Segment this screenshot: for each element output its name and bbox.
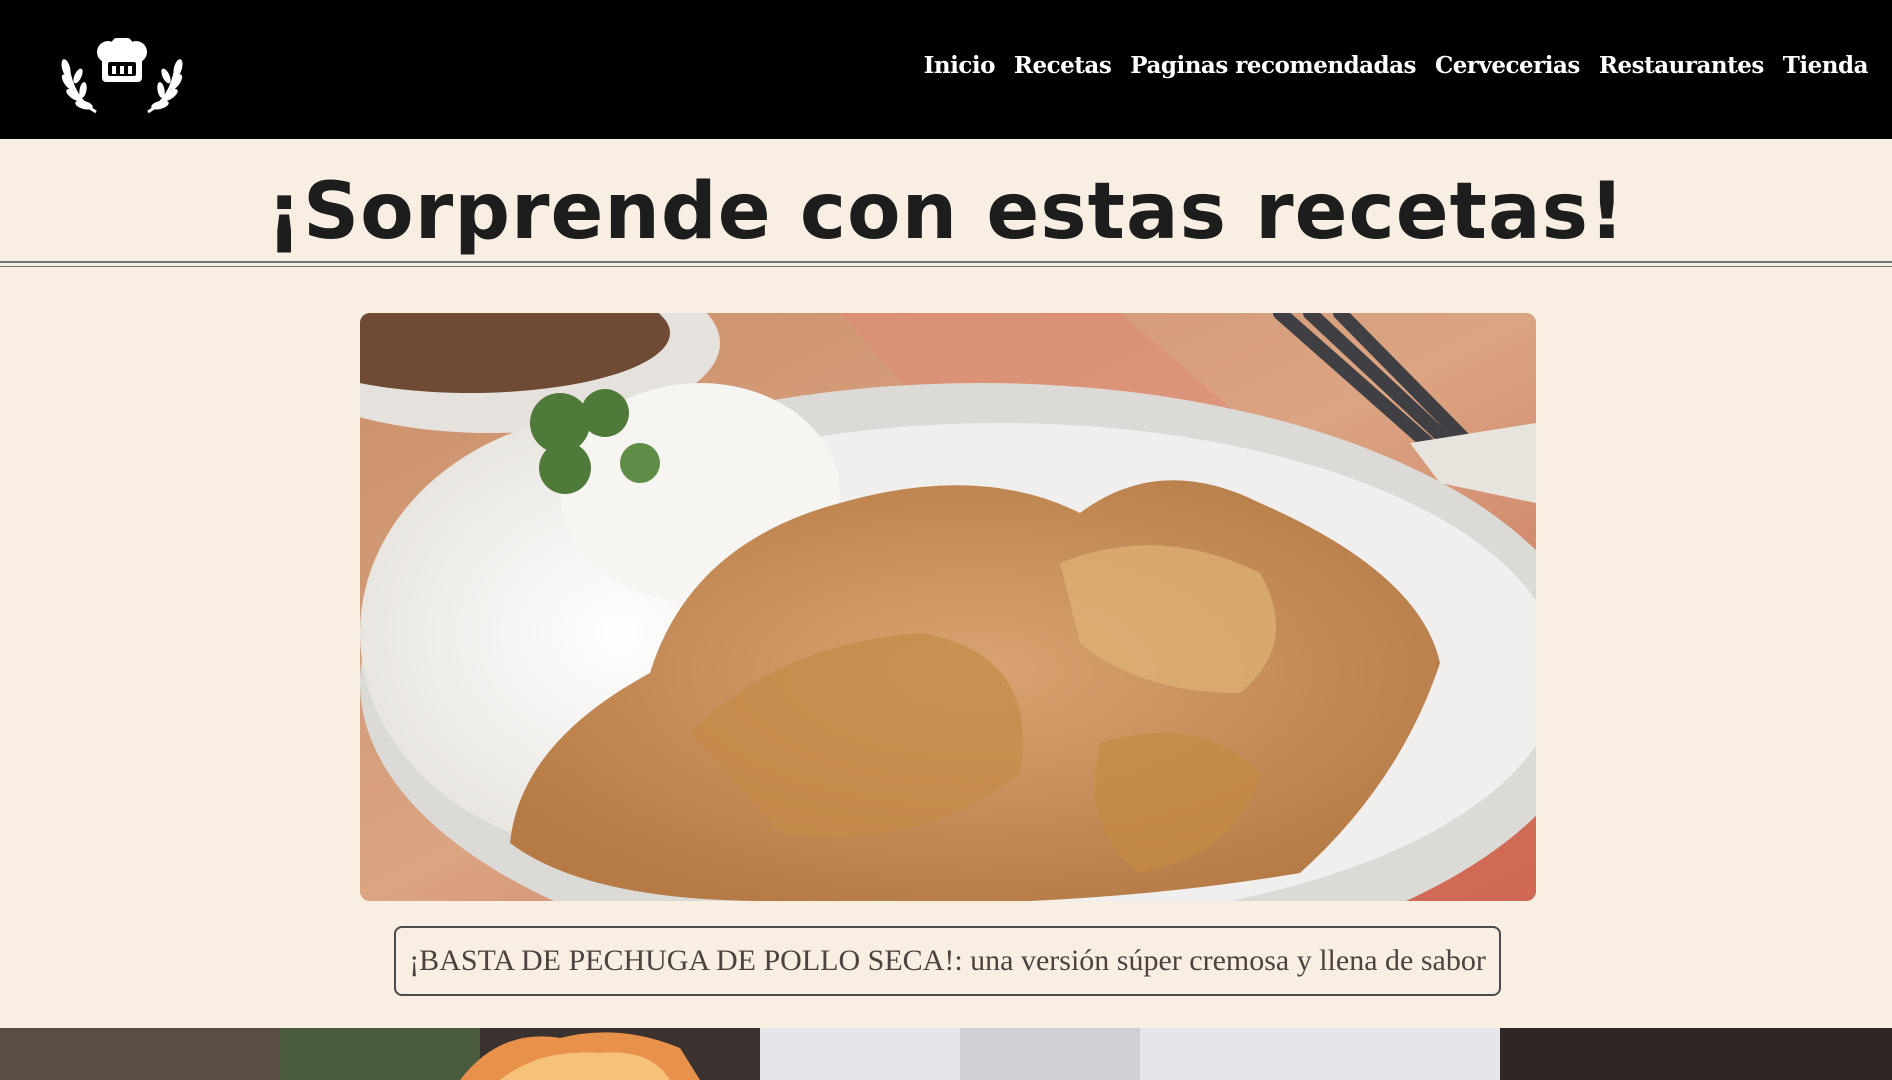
- featured-recipe-caption: ¡BASTA DE PECHUGA DE POLLO SECA!: una ve…: [409, 944, 1486, 977]
- bottom-banner-image: [0, 1028, 1892, 1080]
- top-navbar: Inicio Recetas Paginas recomendadas Cerv…: [0, 0, 1892, 139]
- nav-link-paginas-recomendadas[interactable]: Paginas recomendadas: [1130, 52, 1416, 79]
- nav-link-tienda[interactable]: Tienda: [1783, 52, 1869, 79]
- nav-link-restaurantes[interactable]: Restaurantes: [1599, 52, 1764, 79]
- page-title: ¡Sorprende con estas recetas!: [266, 167, 1626, 257]
- nav-link-inicio[interactable]: Inicio: [924, 52, 996, 79]
- nav-link-recetas[interactable]: Recetas: [1014, 52, 1112, 79]
- title-divider-thin: [0, 266, 1892, 267]
- chicken-cream-sauce-rice-photo: [360, 313, 1536, 901]
- title-section: ¡Sorprende con estas recetas!: [0, 139, 1892, 267]
- home-logo[interactable]: [56, 36, 188, 114]
- chef-flame-kitchen-photo: [0, 1028, 1892, 1080]
- title-divider: [0, 261, 1892, 263]
- featured-recipe-caption-button[interactable]: ¡BASTA DE PECHUGA DE POLLO SECA!: una ve…: [394, 926, 1501, 996]
- nav-link-cervecerias[interactable]: Cervecerias: [1435, 52, 1580, 79]
- main-nav: Inicio Recetas Paginas recomendadas Cerv…: [924, 52, 1869, 79]
- featured-recipe-image[interactable]: [360, 313, 1536, 901]
- chef-hat-laurel-icon: [61, 36, 183, 114]
